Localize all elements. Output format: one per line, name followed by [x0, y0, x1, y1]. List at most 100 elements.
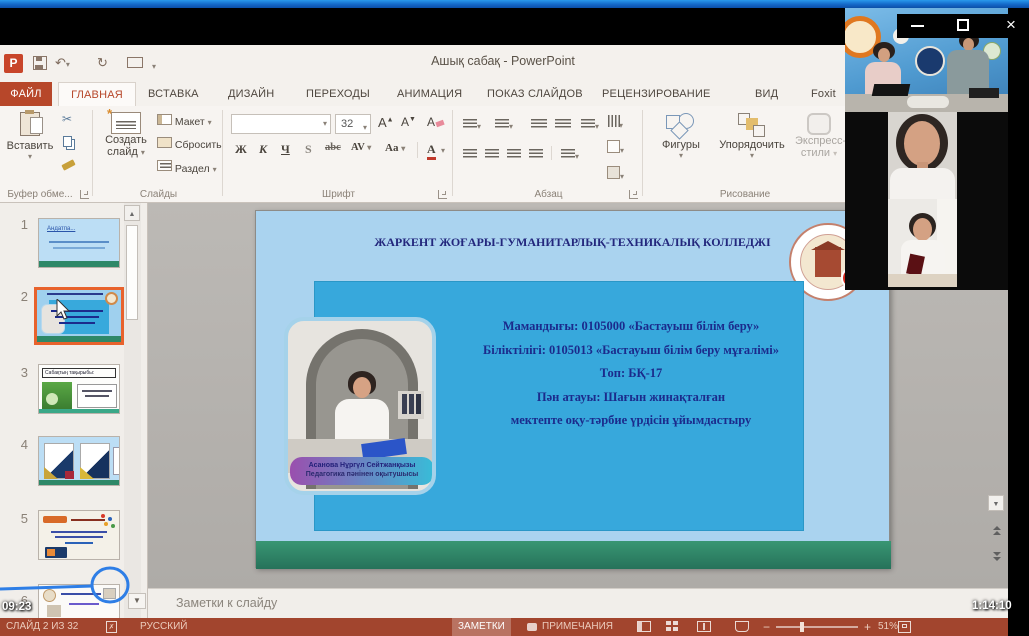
maximize-icon[interactable] [957, 19, 969, 31]
thumb-scroll-thumb[interactable] [126, 225, 138, 320]
tab-view[interactable]: ВИД [755, 82, 778, 106]
slide-bottom-band [256, 541, 891, 569]
thumbnail-slide-2[interactable] [34, 287, 124, 345]
zoom-slider-thumb[interactable] [800, 622, 804, 632]
character-spacing-button[interactable]: AV ▾ [351, 142, 371, 153]
tab-review[interactable]: РЕЦЕНЗИРОВАНИЕ [602, 82, 711, 106]
thumbnail-slide-1[interactable]: Андатпа... [38, 218, 120, 268]
paste-button[interactable]: Вставить ▾ [4, 110, 56, 182]
thumbnail-slide-5[interactable] [38, 510, 120, 560]
thumbnail-slide-3[interactable]: Сабақтың тақырыбы: [38, 364, 120, 414]
font-color-dropdown[interactable]: ▾ [441, 146, 445, 155]
reset-button[interactable]: Сбросить [157, 137, 222, 152]
clear-formatting-icon[interactable]: A [427, 115, 444, 129]
align-center-icon[interactable] [485, 146, 499, 164]
laptop-right [969, 88, 999, 98]
thumb-scroll-up-icon[interactable]: ▲ [124, 205, 140, 221]
quick-styles-button[interactable]: Экспресс- стили ▾ [795, 110, 843, 188]
numbering-icon[interactable]: ▾ [495, 116, 513, 134]
new-slide-button[interactable]: * Создать слайд ▾ [100, 110, 152, 188]
font-size-combo[interactable]: 32▾ [335, 114, 371, 134]
text-direction-icon[interactable]: ▾ [607, 114, 623, 133]
tab-transitions[interactable]: ПЕРЕХОДЫ [306, 82, 370, 106]
font-name-combo[interactable]: ▾ [231, 114, 331, 134]
bold-button[interactable]: Ж [235, 142, 247, 157]
zoom-level[interactable]: 51% [878, 618, 898, 636]
bullets-icon[interactable]: ▾ [463, 116, 481, 134]
thumbnail-slide-4[interactable] [38, 436, 120, 486]
photo-person-body [335, 399, 389, 443]
zoom-slider-track[interactable] [776, 626, 858, 628]
smartart-icon[interactable]: ▾ [607, 166, 624, 184]
align-left-icon[interactable] [463, 146, 477, 164]
slide-text-block[interactable]: Мамандығы: 0105000 «Бастауыш білім беру»… [441, 315, 821, 433]
spell-check-icon[interactable]: ✗ [106, 621, 117, 633]
align-right-icon[interactable] [507, 146, 521, 164]
reading-view-icon[interactable] [697, 621, 711, 632]
tab-design[interactable]: ДИЗАЙН [228, 82, 274, 106]
thumbnail-scrollbar[interactable]: ▲ [124, 203, 141, 618]
mouse-cursor [56, 299, 72, 321]
cut-icon[interactable]: ✂ [62, 112, 72, 126]
slide-sorter-view-icon[interactable] [666, 621, 678, 632]
tab-animations[interactable]: АНИМАЦИЯ [397, 82, 462, 106]
arrange-button[interactable]: Упорядочить ▾ [713, 110, 791, 188]
tab-slideshow[interactable]: ПОКАЗ СЛАЙДОВ [487, 82, 583, 106]
format-painter-icon[interactable] [61, 159, 75, 170]
normal-view-icon[interactable] [637, 621, 651, 632]
copy-icon[interactable] [63, 136, 72, 147]
comments-toggle-button[interactable]: ПРИМЕЧАНИЯ [542, 618, 613, 636]
slide-line-3: Топ: БҚ-17 [441, 362, 821, 386]
grow-font-icon[interactable]: A▲ [378, 115, 394, 130]
italic-button[interactable]: К [259, 142, 267, 157]
line-spacing-icon[interactable]: ▾ [581, 116, 599, 134]
tab-insert[interactable]: ВСТАВКА [148, 82, 199, 106]
slide-counter: СЛАЙД 2 ИЗ 32 [6, 618, 78, 636]
columns-icon[interactable]: ▾ [561, 146, 579, 164]
close-icon[interactable]: × [1001, 14, 1021, 38]
photo-caption-name: Асанова Нұргүл Сейтжанқызы [290, 461, 434, 470]
strikethrough-button[interactable]: abc [325, 142, 341, 153]
language-status[interactable]: РУССКИЙ [140, 618, 187, 636]
tab-home[interactable]: ГЛАВНАЯ [58, 82, 136, 106]
slides-group-label: Слайды [95, 189, 222, 200]
zoom-in-icon[interactable]: + [864, 618, 871, 636]
font-group-label: Шрифт [225, 189, 452, 200]
next-slide-button[interactable] [990, 551, 1004, 562]
teacher-photo[interactable]: Асанова Нұргүл Сейтжанқызы Педагогика пә… [284, 317, 436, 495]
previous-slide-button[interactable] [990, 525, 1004, 536]
paragraph-dialog-launcher[interactable] [629, 190, 638, 199]
section-button[interactable]: Раздел ▾ [157, 160, 217, 176]
increase-indent-icon[interactable] [555, 116, 571, 134]
font-color-button[interactable]: А [427, 142, 436, 160]
thumb-number-1: 1 [10, 217, 28, 232]
status-bar: СЛАЙД 2 ИЗ 32 ✗ РУССКИЙ ЗАМЕТКИ ПРИМЕЧАН… [0, 618, 1008, 636]
change-case-button[interactable]: Aa ▾ [385, 142, 405, 154]
drawing-group-label: Рисование [645, 189, 845, 200]
slide-thumbnail-panel: 1 Андатпа... 2 3 [0, 203, 148, 618]
align-text-icon[interactable]: ▾ [607, 140, 624, 158]
notes-toggle-button[interactable]: ЗАМЕТКИ [452, 618, 511, 636]
layout-button[interactable]: Макет ▾ [157, 114, 212, 129]
tab-file[interactable]: ФАЙЛ [0, 82, 52, 106]
video-feed-participant-2[interactable] [888, 199, 957, 287]
decrease-indent-icon[interactable] [531, 116, 547, 134]
text-shadow-button[interactable]: S [305, 142, 312, 157]
video-feed-participant-1[interactable] [888, 112, 957, 199]
thumb-number-3: 3 [10, 365, 28, 380]
window-controls: × [897, 14, 1029, 38]
notes-pane[interactable]: Заметки к слайду [148, 588, 1008, 618]
clipboard-dialog-launcher[interactable] [80, 190, 89, 199]
shapes-button[interactable]: Фигуры ▾ [653, 110, 709, 188]
justify-icon[interactable] [529, 146, 543, 164]
font-dialog-launcher[interactable] [438, 190, 447, 199]
slideshow-view-icon[interactable] [735, 621, 749, 632]
underline-button[interactable]: Ч [281, 142, 290, 157]
slide-canvas[interactable]: ЖАРКЕНТ ЖОҒАРЫ-ГУМАНИТАРЛЫҚ-ТЕХНИКАЛЫҚ К… [255, 210, 890, 568]
zoom-out-icon[interactable]: − [763, 618, 770, 636]
scroll-down-icon[interactable]: ▼ [988, 495, 1004, 511]
minimize-icon[interactable] [911, 25, 924, 27]
tab-foxit[interactable]: Foxit [811, 82, 836, 106]
fit-to-window-icon[interactable] [898, 621, 911, 633]
shrink-font-icon[interactable]: A▼ [401, 115, 416, 129]
